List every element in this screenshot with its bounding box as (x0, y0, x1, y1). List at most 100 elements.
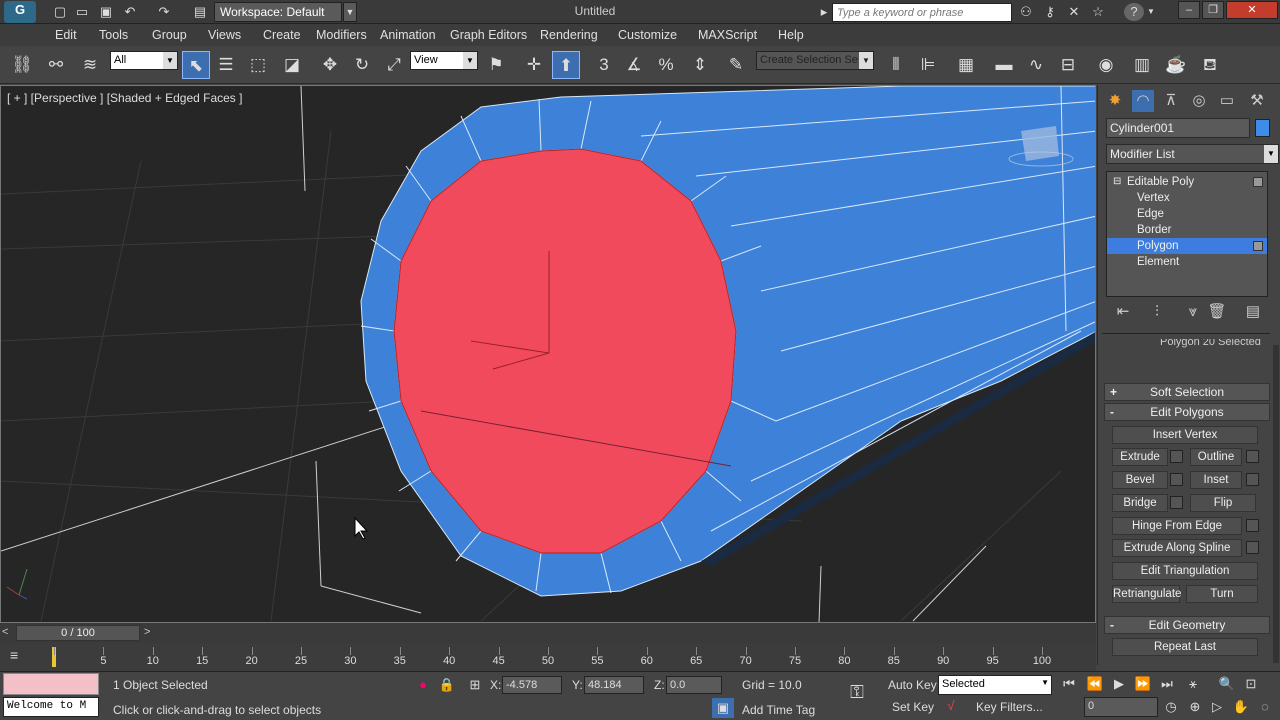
chevron-down-icon[interactable]: ▼ (343, 2, 357, 22)
selection-filter-dropdown[interactable]: All ▼ (110, 51, 178, 70)
bridge-button[interactable]: Bridge (1112, 494, 1168, 512)
time-configuration-icon[interactable]: ◷ (1160, 697, 1182, 717)
set-key-icon[interactable]: ⚿ (846, 682, 868, 702)
transform-type-in-icon[interactable]: ⊞ (464, 675, 486, 695)
help-icon[interactable]: ? (1124, 3, 1144, 21)
chevron-down-icon[interactable]: ▼ (1146, 3, 1156, 21)
subobject-toggle-icon[interactable] (1253, 241, 1263, 251)
graphite-toolset-icon[interactable]: ▬ (990, 51, 1018, 79)
percent-snap-icon[interactable]: % (652, 51, 680, 79)
stack-item-polygon[interactable]: Polygon (1107, 238, 1267, 254)
spinner-snap-icon[interactable]: ⇕ (686, 51, 714, 79)
default-in-out-tangents-icon[interactable]: √ (940, 696, 962, 716)
stack-item-border[interactable]: Border (1107, 222, 1267, 238)
key-filters-button[interactable]: Key Filters... (976, 700, 1043, 714)
maxscript-listener-output[interactable]: Welcome to M (3, 697, 99, 717)
binoculars-icon[interactable]: ⚇ (1016, 3, 1036, 21)
key-icon[interactable]: ⚷ (1040, 3, 1060, 21)
create-tab-icon[interactable]: ✸ (1104, 90, 1126, 112)
render-production-icon[interactable]: ⛾ (1196, 51, 1224, 79)
zoom-all-icon[interactable]: ⊡ (1240, 674, 1262, 694)
current-frame-field[interactable]: 0 (1084, 697, 1158, 717)
edit-triangulation-button[interactable]: Edit Triangulation (1112, 562, 1258, 580)
menu-views[interactable]: Views (208, 28, 241, 42)
viewcube-icon[interactable] (1021, 126, 1059, 161)
reference-coordinate-dropdown[interactable]: View ▼ (410, 51, 478, 70)
insert-vertex-button[interactable]: Insert Vertex (1112, 426, 1258, 444)
time-tag-icon[interactable]: ▣ (712, 698, 734, 718)
z-coordinate-field[interactable]: 0.0 (666, 676, 722, 694)
open-file-icon[interactable]: ▭ (72, 3, 92, 21)
hinge-from-edge-button[interactable]: Hinge From Edge (1112, 517, 1242, 535)
extrude-along-spline-settings-icon[interactable] (1246, 541, 1259, 554)
close-icon[interactable]: ✕ (1226, 1, 1278, 19)
retriangulate-button[interactable]: Retriangulate (1112, 585, 1181, 603)
cylinder-object[interactable] (360, 86, 1096, 597)
edit-polygons-rollout[interactable]: - Edit Polygons (1104, 403, 1270, 421)
y-coordinate-field[interactable]: 48.184 (584, 676, 644, 694)
inset-settings-icon[interactable] (1246, 473, 1259, 486)
previous-frame-icon[interactable]: ⏪ (1084, 674, 1106, 694)
stack-item-edge[interactable]: Edge (1107, 206, 1267, 222)
keyboard-shortcut-override-icon[interactable]: ⬆ (552, 51, 580, 79)
zoom-icon[interactable]: 🔍 (1216, 674, 1238, 694)
flip-button[interactable]: Flip (1190, 494, 1256, 512)
render-setup-icon[interactable]: ▥ (1128, 51, 1156, 79)
app-logo-icon[interactable]: G (4, 1, 36, 23)
perspective-viewport[interactable]: [ + ] [Perspective ] [Shaded + Edged Fac… (0, 85, 1096, 623)
minimize-icon[interactable]: – (1178, 1, 1200, 19)
extrude-along-spline-button[interactable]: Extrude Along Spline (1112, 539, 1242, 557)
remove-modifier-icon[interactable]: 🗑 (1206, 301, 1228, 323)
menu-rendering[interactable]: Rendering (540, 28, 598, 42)
exchange-icon[interactable]: ✕ (1064, 3, 1084, 21)
turn-button[interactable]: Turn (1186, 585, 1258, 603)
viewport-label[interactable]: [ + ] [Perspective ] [Shaded + Edged Fac… (7, 91, 242, 105)
show-end-result-icon[interactable]: ⫶ (1146, 301, 1168, 323)
auto-key-button[interactable]: Auto Key (888, 678, 937, 692)
maxscript-mini-listener-input[interactable] (3, 673, 99, 695)
modifier-toggle-icon[interactable] (1253, 177, 1263, 187)
select-object-icon[interactable]: ⬉ (182, 51, 210, 79)
menu-maxscript[interactable]: MAXScript (698, 28, 757, 42)
isolate-selection-icon[interactable]: ● (412, 675, 434, 695)
bevel-settings-icon[interactable] (1170, 473, 1183, 486)
bridge-settings-icon[interactable] (1170, 496, 1183, 509)
pin-stack-icon[interactable]: ⇤ (1112, 301, 1134, 323)
set-key-button[interactable]: Set Key (892, 700, 934, 714)
outline-button[interactable]: Outline (1190, 448, 1242, 466)
project-folder-icon[interactable]: ▤ (190, 3, 210, 21)
snaps-toggle-icon[interactable]: 3 (590, 51, 618, 79)
curve-editor-icon[interactable]: ∿ (1022, 51, 1050, 79)
time-slider[interactable]: < 0 / 100 > (0, 623, 1096, 643)
named-selection-sets-dropdown[interactable]: Create Selection Se ▼ (756, 51, 874, 70)
stack-item-element[interactable]: Element (1107, 254, 1267, 270)
pan-view-icon[interactable]: ✋ (1230, 697, 1252, 717)
menu-edit[interactable]: Edit (55, 28, 77, 42)
inset-button[interactable]: Inset (1190, 471, 1242, 489)
search-input[interactable]: Type a keyword or phrase (832, 3, 1012, 22)
stack-item-editable-poly[interactable]: ⊟ Editable Poly (1107, 174, 1267, 190)
star-icon[interactable]: ☆ (1088, 3, 1108, 21)
orbit-icon[interactable]: ◌ (1254, 697, 1276, 717)
chevron-right-icon[interactable]: ▸ (818, 3, 830, 21)
chevron-left-icon[interactable]: < (2, 626, 14, 640)
key-mode-dropdown[interactable]: Selected ▼ (938, 675, 1052, 695)
chevron-right-icon[interactable]: > (144, 626, 156, 640)
bind-space-warp-icon[interactable]: ≋ (76, 51, 104, 79)
manipulate-icon[interactable]: ✛ (520, 51, 548, 79)
curve-editor-mini-icon[interactable]: ≡ (10, 647, 30, 665)
go-to-start-icon[interactable]: ⏮ (1058, 674, 1080, 694)
configure-modifier-sets-icon[interactable]: ▤ (1242, 301, 1264, 323)
redo-icon[interactable]: ↷ (154, 3, 174, 21)
stack-item-vertex[interactable]: Vertex (1107, 190, 1267, 206)
modifier-list-dropdown[interactable]: Modifier List ▼ (1106, 144, 1279, 164)
menu-group[interactable]: Group (152, 28, 187, 42)
select-and-scale-icon[interactable]: ⤢ (380, 51, 408, 79)
pivot-center-icon[interactable]: ⚑ (482, 51, 510, 79)
new-file-icon[interactable]: ▢ (50, 3, 70, 21)
hierarchy-tab-icon[interactable]: ⊼ (1160, 90, 1182, 112)
extrude-button[interactable]: Extrude (1112, 448, 1168, 466)
extrude-settings-icon[interactable] (1170, 450, 1183, 463)
angle-snap-icon[interactable]: ∡ (620, 51, 648, 79)
schematic-view-icon[interactable]: ⊟ (1054, 51, 1082, 79)
